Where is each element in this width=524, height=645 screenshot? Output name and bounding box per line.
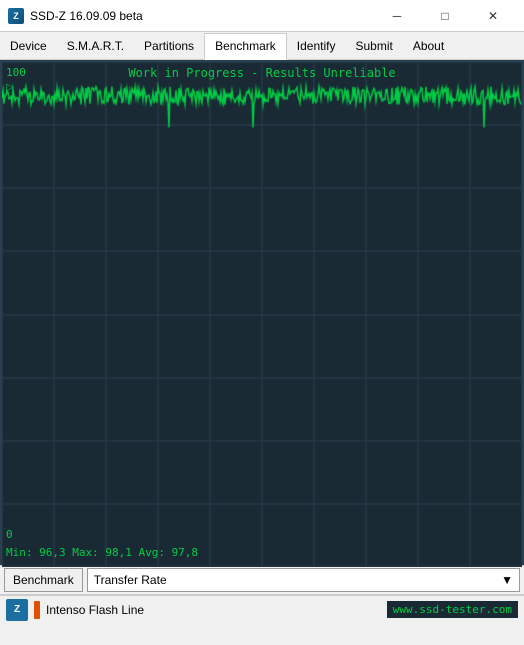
maximize-button[interactable]: □: [422, 0, 468, 32]
dropdown-label: Transfer Rate: [94, 573, 167, 587]
app-icon: Z: [8, 8, 24, 24]
menu-item-smart[interactable]: S.M.A.R.T.: [57, 32, 134, 59]
menu-item-benchmark[interactable]: Benchmark: [204, 33, 287, 60]
menu-item-device[interactable]: Device: [0, 32, 57, 59]
title-bar: Z SSD-Z 16.09.09 beta ─ □ ✕: [0, 0, 524, 32]
menu-item-partitions[interactable]: Partitions: [134, 32, 204, 59]
chart-label-min: 0: [6, 528, 13, 541]
play-icon: ▷: [6, 82, 14, 93]
chart-status-text: Work in Progress - Results Unreliable: [2, 66, 522, 80]
website-label: www.ssd-tester.com: [387, 601, 518, 618]
bottom-bar: Benchmark Transfer Rate ▼: [0, 565, 524, 595]
drive-indicator: [34, 601, 40, 619]
chart-stats: Min: 96,3 Max: 98,1 Avg: 97,8: [6, 546, 198, 559]
drive-name: Intenso Flash Line: [46, 603, 381, 617]
transfer-rate-dropdown[interactable]: Transfer Rate ▼: [87, 568, 520, 592]
menu-item-identify[interactable]: Identify: [287, 32, 346, 59]
window-title: SSD-Z 16.09.09 beta: [30, 9, 374, 23]
close-button[interactable]: ✕: [470, 0, 516, 32]
menu-item-about[interactable]: About: [403, 32, 454, 59]
chart-container: 100 Work in Progress - Results Unreliabl…: [0, 60, 524, 565]
window-controls: ─ □ ✕: [374, 0, 516, 32]
benchmark-button[interactable]: Benchmark: [4, 568, 83, 592]
menu-item-submit[interactable]: Submit: [345, 32, 402, 59]
status-bar: Z Intenso Flash Line www.ssd-tester.com: [0, 595, 524, 623]
menu-bar: Device S.M.A.R.T. Partitions Benchmark I…: [0, 32, 524, 60]
app-status-icon: Z: [6, 599, 28, 621]
dropdown-arrow-icon: ▼: [501, 573, 513, 587]
minimize-button[interactable]: ─: [374, 0, 420, 32]
